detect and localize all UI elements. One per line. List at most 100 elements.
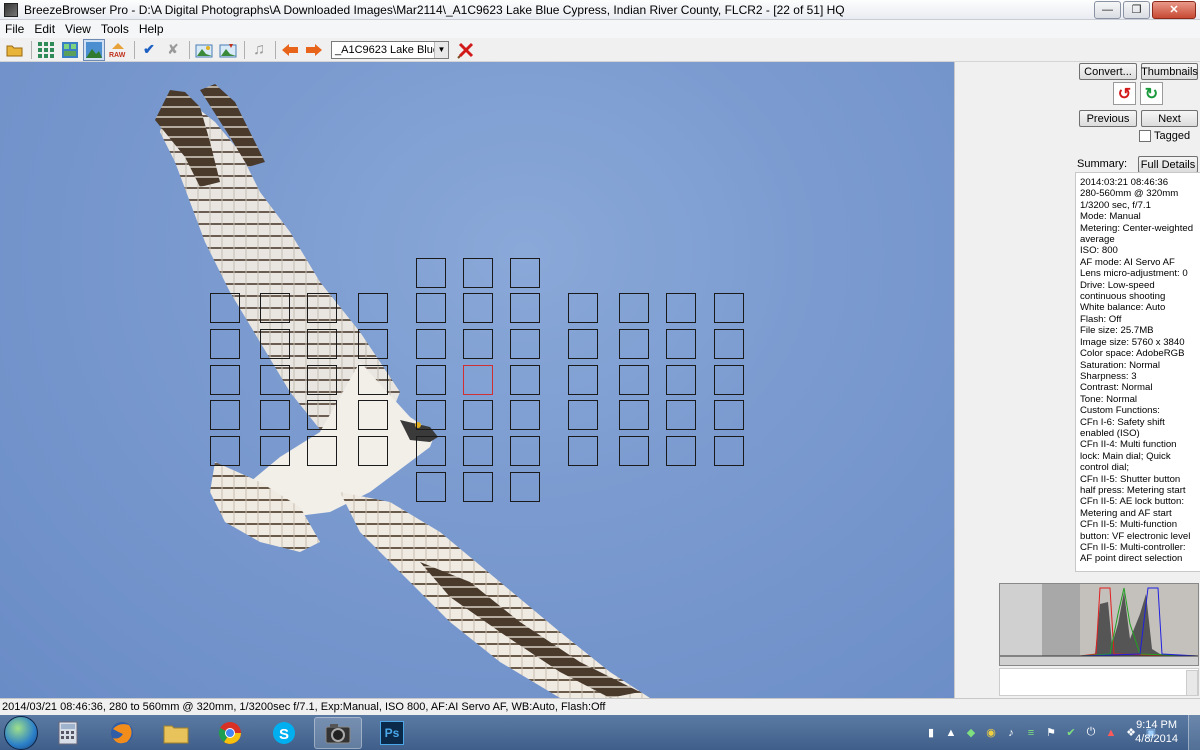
image-view-icon[interactable] xyxy=(83,38,105,61)
start-button[interactable] xyxy=(4,715,38,750)
skype-icon[interactable]: S xyxy=(260,717,308,749)
flag-icon[interactable]: ⚑ xyxy=(1044,726,1058,740)
histogram-graph xyxy=(1000,584,1199,665)
tag-check-icon[interactable]: ✔ xyxy=(138,39,160,61)
show-desktop-button[interactable] xyxy=(1188,715,1200,750)
firefox-icon[interactable] xyxy=(98,717,146,749)
menu-file[interactable]: File xyxy=(0,22,29,36)
app-icon xyxy=(4,2,18,17)
title-bar: BreezeBrowser Pro - D:\A Digital Photogr… xyxy=(0,0,1200,20)
thumbnail-grid-icon[interactable] xyxy=(35,39,57,61)
exif-detail-line: Sharpness: 3 xyxy=(1080,370,1137,382)
image-edit-icon[interactable] xyxy=(217,39,239,61)
af-point xyxy=(666,293,696,323)
calculator-icon[interactable] xyxy=(44,717,92,749)
af-point xyxy=(307,329,337,359)
wifi-icon[interactable]: ≡ xyxy=(1024,726,1038,740)
af-point xyxy=(260,329,290,359)
music-note-icon[interactable]: ♫ xyxy=(248,39,270,61)
af-point xyxy=(666,400,696,430)
minimize-icon[interactable]: ― xyxy=(1094,0,1121,19)
af-point xyxy=(463,400,493,430)
untag-icon[interactable]: ✘ xyxy=(162,39,184,61)
next-arrow-icon[interactable] xyxy=(303,39,325,61)
file-explorer-icon[interactable] xyxy=(152,717,200,749)
menu-help[interactable]: Help xyxy=(134,22,169,36)
af-point xyxy=(260,436,290,466)
system-tray: ▮ ▲ ◆ ◉ ♪ ≡ ⚑ ✔ ⏻ ▲ ❖ ▣ xyxy=(918,715,1158,750)
previous-button[interactable]: Previous xyxy=(1079,110,1137,127)
af-point xyxy=(463,258,493,288)
af-point xyxy=(510,258,540,288)
exif-detail-line: Lens micro-adjustment: 0 xyxy=(1080,268,1188,280)
toolbar-separator xyxy=(134,40,135,59)
image-viewer[interactable] xyxy=(0,62,954,698)
volume-icon[interactable]: ♪ xyxy=(1004,726,1018,740)
taskbar: S Ps ▮ ▲ ◆ ◉ ♪ ≡ ⚑ ✔ ⏻ ▲ ❖ ▣ 9:14 PM 4/8… xyxy=(0,715,1200,750)
photoshop-icon[interactable]: Ps xyxy=(368,717,416,749)
af-point xyxy=(358,365,388,395)
exif-detail-line: AF mode: AI Servo AF xyxy=(1080,256,1175,268)
af-point xyxy=(666,436,696,466)
af-point xyxy=(510,472,540,502)
af-point xyxy=(307,293,337,323)
breezebrowser-icon[interactable] xyxy=(314,716,362,749)
image-open-icon[interactable] xyxy=(193,39,215,61)
exif-detail-line: CFn II-5: Multi-controller: AF point dir… xyxy=(1080,542,1186,565)
af-point xyxy=(358,400,388,430)
exif-detail-line: Metering: Center-weighted average xyxy=(1080,222,1194,246)
exif-detail-line: Mode: Manual xyxy=(1080,211,1141,223)
restore-icon[interactable]: ❐ xyxy=(1123,0,1150,19)
file-selector-value: _A1C9623 Lake Blue C xyxy=(335,43,449,56)
exif-detail-line: ISO: 800 xyxy=(1080,245,1118,257)
menu-tools[interactable]: Tools xyxy=(96,22,134,36)
rotate-right-icon[interactable]: ↻ xyxy=(1140,82,1163,105)
af-point xyxy=(568,400,598,430)
adobe-icon[interactable]: ▲ xyxy=(1104,726,1118,740)
thumbnails-button[interactable]: Thumbnails xyxy=(1141,63,1198,80)
close-icon[interactable]: ✕ xyxy=(1152,0,1196,19)
af-point xyxy=(463,472,493,502)
convert-button[interactable]: Convert... xyxy=(1079,63,1137,80)
af-point xyxy=(619,293,649,323)
sync-icon[interactable]: ✔ xyxy=(1064,726,1078,740)
af-point xyxy=(210,365,240,395)
scrollbar[interactable] xyxy=(1186,670,1198,696)
af-point xyxy=(307,365,337,395)
exif-detail-line: CFn II-5: Shutter button half press: Met… xyxy=(1080,473,1186,496)
security-icon[interactable]: ◆ xyxy=(964,726,978,740)
tagged-checkbox[interactable] xyxy=(1139,130,1151,142)
tagged-label: Tagged xyxy=(1154,130,1191,142)
thumbnail-large-icon[interactable] xyxy=(59,39,81,61)
status-bar: 2014/03/21 08:46:36, 280 to 560mm @ 320m… xyxy=(0,698,1200,715)
af-point xyxy=(210,400,240,430)
file-selector-dropdown[interactable]: _A1C9623 Lake Blue C ▼ xyxy=(331,40,449,59)
raw-label: RAW xyxy=(109,52,126,59)
full-details-button[interactable]: Full Details xyxy=(1138,156,1198,173)
af-point xyxy=(416,365,446,395)
raw-icon[interactable]: RAW xyxy=(107,39,129,61)
rotate-left-icon[interactable]: ↺ xyxy=(1113,82,1136,105)
af-point xyxy=(307,436,337,466)
chrome-icon[interactable] xyxy=(206,717,254,749)
network-icon[interactable]: ▲ xyxy=(944,726,958,740)
exif-detail-line: 1/3200 sec, f/7.1 xyxy=(1080,199,1151,211)
histogram xyxy=(999,583,1199,666)
battery-icon[interactable]: ▮ xyxy=(924,726,938,740)
af-point xyxy=(260,400,290,430)
af-point xyxy=(416,472,446,502)
af-point xyxy=(358,293,388,323)
open-folder-icon[interactable] xyxy=(4,39,26,61)
menu-view[interactable]: View xyxy=(60,22,96,36)
af-point xyxy=(714,329,744,359)
delete-icon[interactable] xyxy=(455,39,477,61)
power-icon[interactable]: ⏻ xyxy=(1084,726,1098,740)
af-point xyxy=(307,400,337,430)
exif-detail-line: CFn II-5: AE lock button: Metering and A… xyxy=(1080,496,1184,519)
menu-edit[interactable]: Edit xyxy=(29,22,60,36)
shield-icon[interactable]: ◉ xyxy=(984,726,998,740)
af-point xyxy=(714,365,744,395)
next-button[interactable]: Next xyxy=(1141,110,1198,127)
previous-arrow-icon[interactable] xyxy=(279,39,301,61)
clock[interactable]: 9:14 PM 4/8/2014 xyxy=(1135,718,1178,746)
